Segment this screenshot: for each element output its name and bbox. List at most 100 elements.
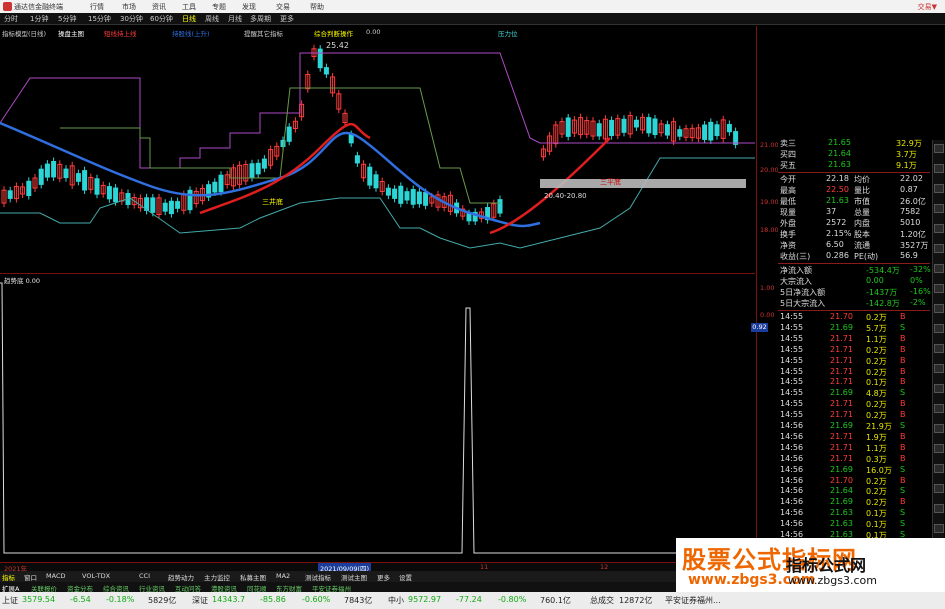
period-tab[interactable]: 1分钟: [30, 14, 48, 24]
tick-time: 14:55: [780, 366, 804, 376]
tick-time: 14:55: [780, 388, 804, 398]
period-tab-daily[interactable]: 日线: [182, 14, 196, 24]
period-tab[interactable]: 更多: [280, 14, 294, 24]
side-tool-icon[interactable]: [934, 184, 944, 193]
menu-item[interactable]: 市场: [122, 2, 136, 12]
side-tool-icon[interactable]: [934, 164, 944, 173]
side-tool-icon[interactable]: [934, 424, 944, 433]
indicator-name[interactable]: 操盘主图: [58, 28, 84, 38]
stat-label: PE(动): [854, 252, 879, 261]
side-tool-icon[interactable]: [934, 404, 944, 413]
index-name[interactable]: 中小: [388, 595, 404, 606]
period-tab[interactable]: 15分钟: [88, 14, 111, 24]
indicator-tab[interactable]: 主力监控: [204, 572, 230, 582]
stat-row: 今开 22.18 均价 22.02: [778, 174, 930, 185]
tick-time: 14:56: [780, 442, 804, 452]
indicator-tab[interactable]: 窗口: [24, 572, 37, 582]
side-tool-icon[interactable]: [934, 484, 944, 493]
side-tool-icon[interactable]: [934, 344, 944, 353]
index-name[interactable]: 总成交: [590, 595, 614, 606]
indicator-tab[interactable]: 私募主图: [240, 572, 266, 582]
indicator-tab[interactable]: CCI: [139, 572, 150, 580]
indicator-name: 提醒其它指标: [244, 30, 283, 38]
divider: [778, 263, 930, 264]
tick-volume: 0.2万: [866, 345, 887, 355]
indicator-tab[interactable]: 设置: [399, 572, 412, 582]
indicator-tab[interactable]: 指标: [2, 572, 15, 582]
candle-body: [565, 117, 571, 137]
period-tab[interactable]: 分时: [4, 14, 18, 24]
index-name[interactable]: 深证: [192, 595, 208, 606]
indicator-value-badge: 0.92: [751, 323, 768, 332]
side-tool-icon[interactable]: [934, 464, 944, 473]
side-tool-icon[interactable]: [934, 284, 944, 293]
menu-item[interactable]: 发现: [242, 2, 256, 12]
tick-row: 14:55 21.69 4.8万 S: [778, 388, 930, 399]
indicator-tab[interactable]: 趋势动力: [168, 572, 194, 582]
tick-volume: 5.7万: [866, 323, 887, 333]
period-tab[interactable]: 5分钟: [58, 14, 76, 24]
candle-body: [168, 200, 174, 215]
side-tool-icon[interactable]: [934, 504, 944, 513]
period-tab[interactable]: 60分钟: [150, 14, 173, 24]
tick-price: 21.69: [830, 497, 853, 507]
stat-label: 最低: [780, 197, 796, 206]
side-tool-icon[interactable]: [934, 524, 944, 533]
indicator-tab[interactable]: MA2: [276, 572, 290, 580]
order-book-row: 买五 21.63 9.1万: [778, 160, 930, 171]
stat-label: 市值: [854, 197, 870, 206]
menu-item[interactable]: 帮助: [310, 2, 324, 12]
indicator-tab[interactable]: MACD: [46, 572, 65, 580]
menu-item[interactable]: 工具: [182, 2, 196, 12]
lower-indicator-pane[interactable]: 趋势底 0.00: [0, 273, 755, 563]
tick-price: 21.71: [830, 377, 853, 387]
side-tool-icon[interactable]: [934, 144, 944, 153]
tick-price: 21.63: [830, 519, 853, 529]
candle-body: [621, 118, 627, 133]
menu-item[interactable]: 专题: [212, 2, 226, 12]
side-tool-icon[interactable]: [934, 384, 944, 393]
trade-button[interactable]: 交易▼: [918, 2, 937, 12]
side-tool-icon[interactable]: [934, 204, 944, 213]
stat-row: 外盘 2572 内盘 5010: [778, 218, 930, 229]
side-tool-icon[interactable]: [934, 304, 944, 313]
tick-price: 21.70: [830, 475, 853, 485]
indicator-name: 综合判断操作: [314, 30, 353, 38]
side-tool-icon[interactable]: [934, 264, 944, 273]
menu-item[interactable]: 交易: [276, 2, 290, 12]
index-name[interactable]: 上证: [2, 595, 18, 606]
stat-value: 2.15%: [826, 229, 852, 238]
indicator-tab[interactable]: 测试指标: [305, 572, 331, 582]
side-toolbar[interactable]: [932, 140, 944, 590]
indicator-tab[interactable]: VOL-TDX: [82, 572, 110, 580]
period-tab[interactable]: 月线: [228, 14, 242, 24]
indicator-tab[interactable]: 更多: [377, 572, 390, 582]
tick-side: S: [900, 388, 906, 398]
side-tool-icon[interactable]: [934, 324, 944, 333]
period-tab[interactable]: 周线: [205, 14, 219, 24]
tick-volume: 0.2万: [866, 498, 887, 508]
tick-row: 14:56 21.70 0.2万 B: [778, 476, 930, 487]
side-tool-icon[interactable]: [934, 244, 944, 253]
period-tab[interactable]: 多周期: [250, 14, 271, 24]
candle-body: [286, 126, 292, 142]
indicator-tab[interactable]: 测试主图: [341, 572, 367, 582]
side-tool-icon[interactable]: [934, 444, 944, 453]
tick-time: 14:55: [780, 344, 804, 354]
side-tool-icon[interactable]: [934, 224, 944, 233]
candle-body: [708, 121, 714, 141]
tick-volume: 0.2万: [866, 400, 887, 410]
menu-item[interactable]: 行情: [90, 2, 104, 12]
stat-value: 7582: [900, 207, 921, 216]
menu-item[interactable]: 资讯: [152, 2, 166, 12]
kline-chart[interactable]: 25.42 三井底 20.40-20.80 三平底: [0, 38, 755, 273]
tick-row: 14:55 21.71 0.2万 B: [778, 399, 930, 410]
tick-time: 14:55: [780, 399, 804, 409]
side-tool-icon[interactable]: [934, 364, 944, 373]
tick-row: 14:56 21.63 0.1万 S: [778, 519, 930, 530]
indicator-name[interactable]: 指标模型(日线): [2, 28, 46, 38]
divider: [778, 310, 930, 311]
tick-row: 14:55 21.71 0.2万 B: [778, 367, 930, 378]
stat-label: 流通: [854, 241, 870, 250]
period-tab[interactable]: 30分钟: [120, 14, 143, 24]
